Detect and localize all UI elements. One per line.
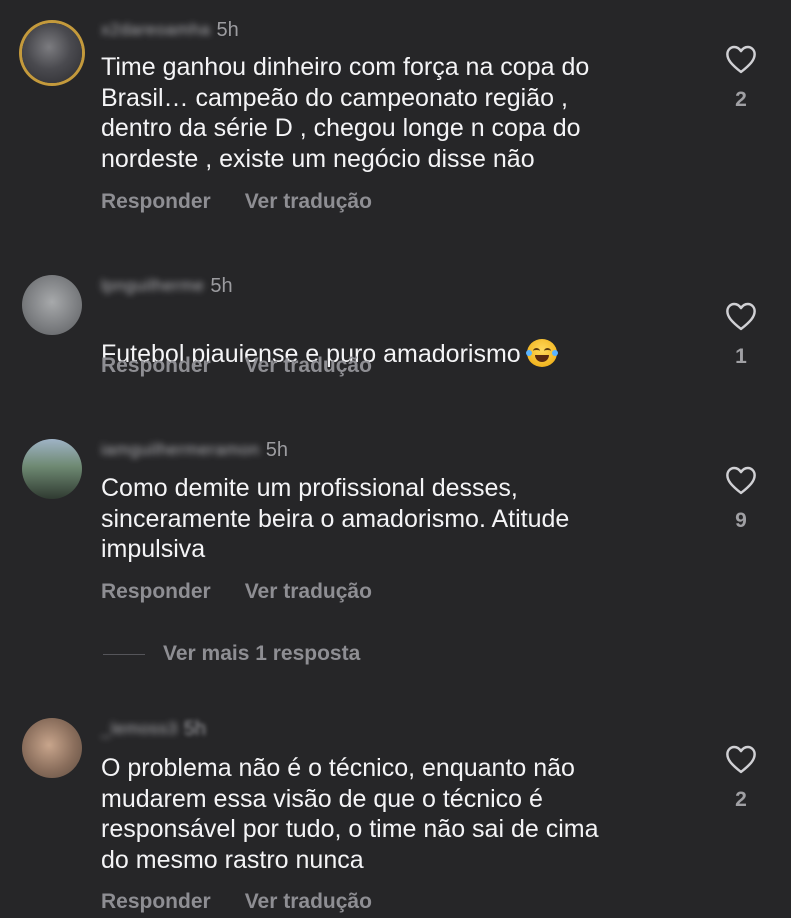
- heart-outline-icon[interactable]: [724, 465, 758, 495]
- comment-actions: Responder Ver tradução: [101, 580, 372, 608]
- heart-outline-icon[interactable]: [724, 44, 758, 74]
- divider: [103, 653, 145, 655]
- like-count: 2: [735, 788, 747, 811]
- timestamp: 5h: [210, 274, 233, 297]
- timestamp: 5h: [265, 438, 288, 461]
- username[interactable]: iamguilhermeramon: [101, 440, 260, 460]
- comment-header: lpnguilherme 5h: [101, 273, 233, 299]
- heart-outline-icon[interactable]: [724, 744, 758, 774]
- heart-outline-icon[interactable]: [724, 301, 758, 331]
- comment-text: Time ganhou dinheiro com força na copa d…: [101, 53, 590, 173]
- like-control: 2: [721, 44, 761, 112]
- comment-actions: Responder Ver tradução: [101, 190, 372, 218]
- username[interactable]: _lemoss3: [101, 719, 178, 739]
- reply-button[interactable]: Responder: [101, 354, 211, 382]
- like-control: 1: [721, 301, 761, 369]
- comment-text: O problema não é o técnico, enquanto não…: [101, 754, 599, 874]
- comment-header: x2dareoamha 5h: [101, 17, 239, 43]
- laughing-tears-emoji-icon: [525, 338, 558, 367]
- view-more-replies-label[interactable]: Ver mais 1 resposta: [163, 642, 360, 666]
- reply-button[interactable]: Responder: [101, 190, 211, 218]
- translate-button[interactable]: Ver tradução: [245, 354, 372, 382]
- timestamp: 5h: [183, 717, 207, 740]
- like-control: 2: [721, 744, 761, 812]
- comment-text: Como demite um profissional desses, sinc…: [101, 474, 570, 563]
- avatar[interactable]: [22, 23, 82, 83]
- timestamp: 5h: [216, 18, 239, 41]
- translate-button[interactable]: Ver tradução: [245, 890, 372, 918]
- comment-header: iamguilhermeramon 5h: [101, 437, 288, 463]
- avatar[interactable]: [22, 718, 82, 778]
- translate-button[interactable]: Ver tradução: [245, 580, 372, 608]
- reply-button[interactable]: Responder: [101, 580, 211, 608]
- comment-header: _lemoss3 5h: [101, 716, 206, 742]
- comment-actions: Responder Ver tradução: [101, 890, 372, 918]
- translate-button[interactable]: Ver tradução: [245, 190, 372, 218]
- like-count: 9: [735, 509, 747, 532]
- avatar[interactable]: [22, 439, 82, 499]
- username[interactable]: x2dareoamha: [101, 20, 210, 40]
- like-count: 2: [735, 88, 747, 111]
- view-more-replies[interactable]: Ver mais 1 resposta: [103, 640, 360, 668]
- reply-button[interactable]: Responder: [101, 890, 211, 918]
- username[interactable]: lpnguilherme: [101, 276, 204, 296]
- comment-actions: Responder Ver tradução: [101, 354, 372, 382]
- like-count: 1: [735, 345, 747, 368]
- avatar[interactable]: [22, 275, 82, 335]
- like-control: 9: [721, 465, 761, 533]
